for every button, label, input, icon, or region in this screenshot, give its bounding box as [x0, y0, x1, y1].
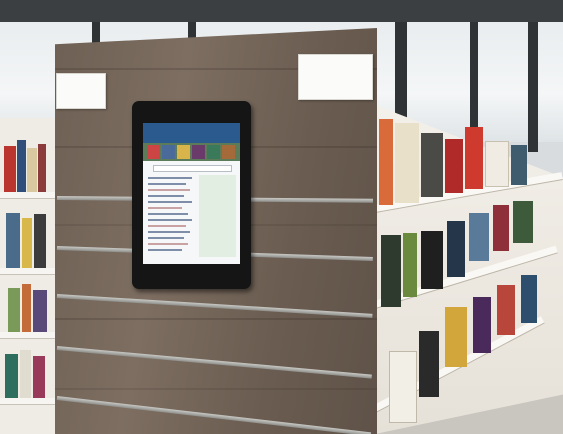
book	[419, 331, 439, 397]
book	[513, 201, 533, 243]
book	[469, 213, 489, 261]
screen-text-line	[148, 213, 188, 215]
book	[5, 354, 18, 398]
book	[17, 140, 26, 192]
wood-grain	[55, 388, 377, 390]
book	[421, 133, 443, 197]
thumbnail[interactable]	[177, 145, 190, 159]
book	[465, 127, 483, 189]
book	[8, 288, 20, 332]
shelf-sign-left	[56, 73, 106, 109]
book	[421, 231, 443, 289]
shelf-sign-right	[298, 54, 373, 100]
screen-text-line	[148, 189, 190, 191]
book	[6, 213, 20, 268]
tablet-screen[interactable]	[143, 123, 240, 264]
book	[33, 356, 45, 398]
book	[493, 205, 509, 251]
shelf	[0, 398, 58, 405]
book	[34, 214, 46, 268]
thumbnail[interactable]	[192, 145, 205, 159]
screen-sidebar	[199, 175, 236, 257]
screen-text-line	[148, 201, 192, 203]
thumbnail[interactable]	[162, 145, 175, 159]
book	[33, 290, 47, 332]
book	[381, 235, 401, 307]
book	[521, 275, 537, 323]
right-bookcase	[373, 105, 563, 434]
book	[497, 285, 515, 335]
book	[403, 233, 417, 297]
book	[485, 141, 509, 187]
screen-text-line	[148, 195, 184, 197]
book	[473, 297, 491, 353]
screen-search-bar[interactable]	[153, 165, 232, 172]
screen-text-line	[148, 243, 188, 245]
screen-text-line	[148, 183, 186, 185]
book	[22, 284, 31, 332]
book	[389, 351, 417, 423]
book	[22, 218, 32, 268]
book	[20, 350, 31, 398]
screen-text-line	[148, 249, 182, 251]
catalog-tablet-kiosk[interactable]	[132, 101, 251, 289]
book	[395, 123, 419, 203]
screen-header	[143, 123, 240, 143]
book	[27, 148, 37, 192]
book	[38, 144, 46, 192]
shelf	[0, 332, 58, 339]
book	[4, 146, 16, 192]
screen-text-line	[148, 231, 190, 233]
library-shelf-photo	[0, 0, 563, 434]
thumbnail[interactable]	[222, 145, 235, 159]
book	[445, 307, 467, 367]
thumbnail[interactable]	[147, 145, 160, 159]
book	[379, 119, 393, 205]
screen-text-line	[148, 177, 192, 179]
shelf	[0, 268, 58, 275]
screen-text-line	[148, 219, 192, 221]
ceiling	[0, 0, 563, 22]
screen-text-line	[148, 207, 182, 209]
book	[445, 139, 463, 193]
shelf	[0, 192, 58, 199]
book	[511, 145, 527, 185]
screen-text-line	[148, 225, 186, 227]
thumbnail[interactable]	[207, 145, 220, 159]
wood-grain	[55, 318, 377, 320]
screen-text-line	[148, 237, 184, 239]
left-bookcase	[0, 118, 58, 434]
book	[447, 221, 465, 277]
